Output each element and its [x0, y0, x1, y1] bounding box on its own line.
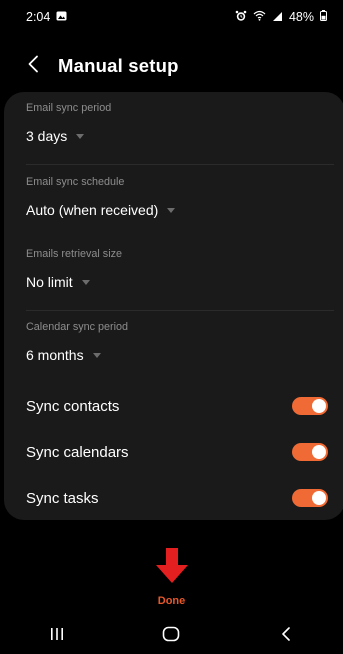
settings-card: Email sync period 3 days Email sync sche…	[4, 92, 343, 520]
nav-back-button[interactable]	[256, 618, 316, 654]
sync-calendars-label: Sync calendars	[26, 443, 129, 461]
email-sync-period-setting[interactable]: Email sync period 3 days	[26, 102, 334, 152]
sync-calendars-toggle[interactable]	[292, 443, 328, 461]
caret-down-icon	[81, 280, 90, 285]
signal-icon	[272, 10, 283, 24]
toggle-knob	[312, 399, 326, 413]
divider	[26, 164, 334, 165]
arrow-down-icon	[154, 548, 190, 589]
emails-retrieval-size-label: Emails retrieval size	[26, 248, 122, 260]
alarm-icon	[235, 10, 247, 25]
emails-retrieval-size-text: No limit	[26, 274, 73, 290]
app-header: Manual setup	[0, 45, 343, 87]
gallery-notification-icon	[56, 10, 67, 24]
sync-contacts-row[interactable]: Sync contacts	[26, 391, 328, 421]
home-button[interactable]	[141, 618, 201, 654]
battery-percentage: 48%	[288, 10, 314, 24]
calendar-sync-period-setting[interactable]: Calendar sync period 6 months	[26, 321, 334, 371]
sync-contacts-toggle[interactable]	[292, 397, 328, 415]
calendar-sync-period-value: 6 months	[26, 347, 334, 363]
status-time: 2:04	[26, 10, 51, 24]
status-bar: 2:04 48%	[0, 0, 343, 34]
email-sync-period-text: 3 days	[26, 128, 68, 144]
calendar-sync-period-label: Calendar sync period	[26, 321, 129, 333]
emails-retrieval-size-setting[interactable]: Emails retrieval size No limit	[26, 248, 334, 298]
email-sync-schedule-text: Auto (when received)	[26, 202, 159, 218]
email-sync-schedule-setting[interactable]: Email sync schedule Auto (when received)	[26, 176, 334, 226]
calendar-sync-period-text: 6 months	[26, 347, 84, 363]
page-title: Manual setup	[58, 55, 179, 76]
caret-down-icon	[167, 208, 176, 213]
wifi-icon	[253, 10, 266, 24]
caret-down-icon	[76, 134, 85, 139]
status-right: 48%	[235, 10, 327, 25]
sync-tasks-row[interactable]: Sync tasks	[26, 483, 328, 513]
recent-apps-icon	[49, 627, 65, 646]
sync-tasks-toggle[interactable]	[292, 489, 328, 507]
divider	[26, 310, 334, 311]
email-sync-schedule-value: Auto (when received)	[26, 202, 334, 218]
toggle-knob	[312, 491, 326, 505]
back-button[interactable]	[10, 45, 56, 87]
sync-contacts-label: Sync contacts	[26, 397, 120, 415]
caret-down-icon	[92, 353, 101, 358]
chevron-left-icon	[27, 55, 39, 78]
status-left: 2:04	[26, 10, 67, 24]
done-button[interactable]: Done	[0, 548, 343, 610]
email-sync-period-value: 3 days	[26, 128, 334, 144]
email-sync-period-label: Email sync period	[26, 102, 112, 114]
home-icon	[162, 626, 180, 647]
recent-apps-button[interactable]	[27, 618, 87, 654]
email-sync-schedule-label: Email sync schedule	[26, 176, 125, 188]
chevron-left-icon	[281, 626, 291, 646]
sync-tasks-label: Sync tasks	[26, 489, 99, 507]
done-label: Done	[157, 595, 186, 607]
toggle-knob	[312, 445, 326, 459]
battery-icon	[320, 10, 327, 24]
navigation-bar	[0, 618, 343, 654]
sync-calendars-row[interactable]: Sync calendars	[26, 437, 328, 467]
emails-retrieval-size-value: No limit	[26, 274, 334, 290]
